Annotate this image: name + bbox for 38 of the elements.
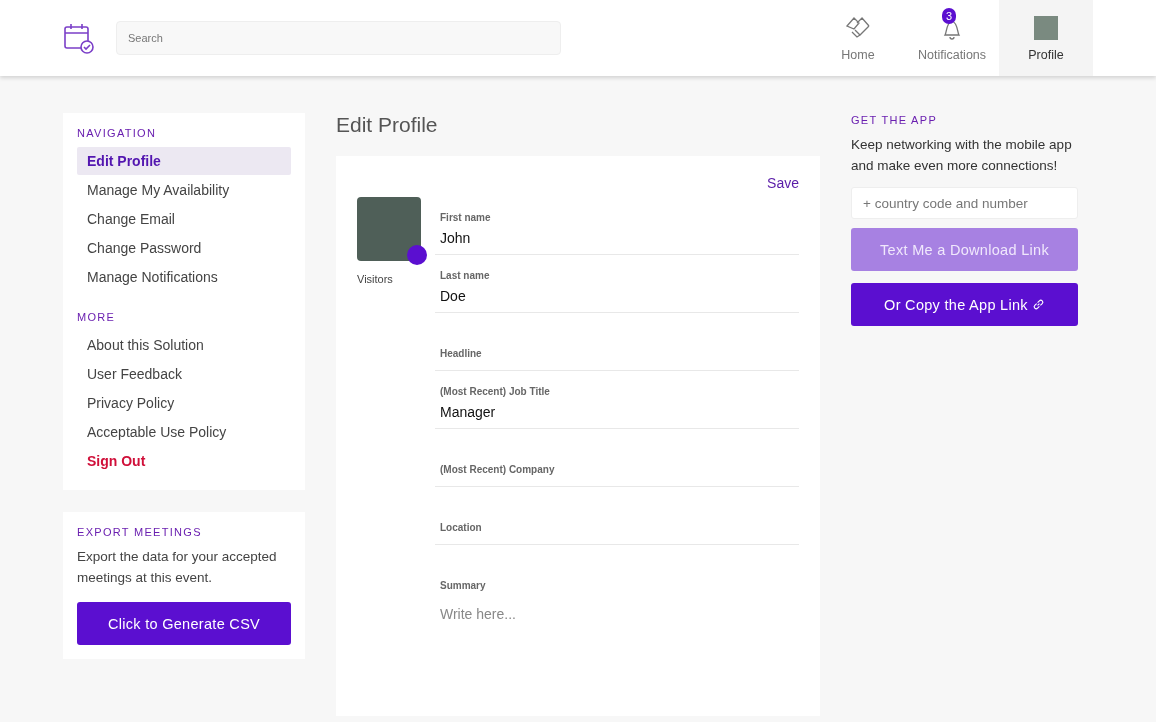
nav-tab[interactable]: Home: [811, 0, 905, 76]
sidebar-item[interactable]: Change Email: [77, 205, 291, 233]
text-field[interactable]: (Most Recent) Job Title Manager: [435, 371, 799, 429]
sidebar-item[interactable]: Acceptable Use Policy: [77, 418, 291, 446]
sidebar-item[interactable]: Change Password: [77, 234, 291, 262]
text-field[interactable]: Headline: [435, 313, 799, 371]
section-heading: EXPORT MEETINGS: [77, 526, 203, 538]
text-field[interactable]: Location: [435, 487, 799, 545]
nav-tab[interactable]: Profile: [999, 0, 1093, 76]
sidebar-item[interactable]: Manage Notifications: [77, 263, 291, 291]
export-description: Export the data for your accepted meetings at this event.: [77, 548, 278, 587]
sidebar-item[interactable]: User Feedback: [77, 360, 291, 388]
field-label: Summary: [440, 580, 486, 591]
sidebar-item[interactable]: About this Solution: [77, 331, 291, 359]
text-field[interactable]: (Most Recent) Company: [435, 429, 799, 487]
section-heading: NAVIGATION: [77, 127, 158, 139]
save-button[interactable]: Save: [767, 175, 799, 191]
calendar-check-icon[interactable]: [63, 22, 95, 54]
summary-field[interactable]: Write here...: [440, 606, 740, 628]
app-description: Keep networking with the mobile app and make even more connections!: [851, 136, 1073, 175]
sidebar-item[interactable]: Sign Out: [77, 447, 291, 475]
nav-tab[interactable]: Notifications 3: [905, 0, 999, 76]
avatar-caption: Visitors: [357, 273, 393, 285]
avatar-placeholder: [1034, 16, 1058, 40]
text-field[interactable]: First name John: [435, 197, 799, 255]
text-field[interactable]: Last name Doe: [435, 255, 799, 313]
search-field[interactable]: Search: [116, 21, 561, 55]
sidebar-item[interactable]: Manage My Availability: [77, 176, 291, 204]
generate-csv-button[interactable]: Click to Generate CSV: [77, 602, 291, 645]
sidebar-item[interactable]: Edit Profile: [77, 147, 291, 175]
section-heading: MORE: [77, 311, 117, 323]
section-heading: GET THE APP: [851, 114, 939, 126]
page-title: Edit Profile: [336, 113, 439, 137]
notification-badge: 3: [942, 8, 957, 24]
copy-link-button[interactable]: Or Copy the App Link: [851, 283, 1078, 326]
link-icon: [1031, 297, 1045, 311]
phone-field[interactable]: + country code and number: [851, 187, 1078, 219]
sidebar-item[interactable]: Privacy Policy: [77, 389, 291, 417]
